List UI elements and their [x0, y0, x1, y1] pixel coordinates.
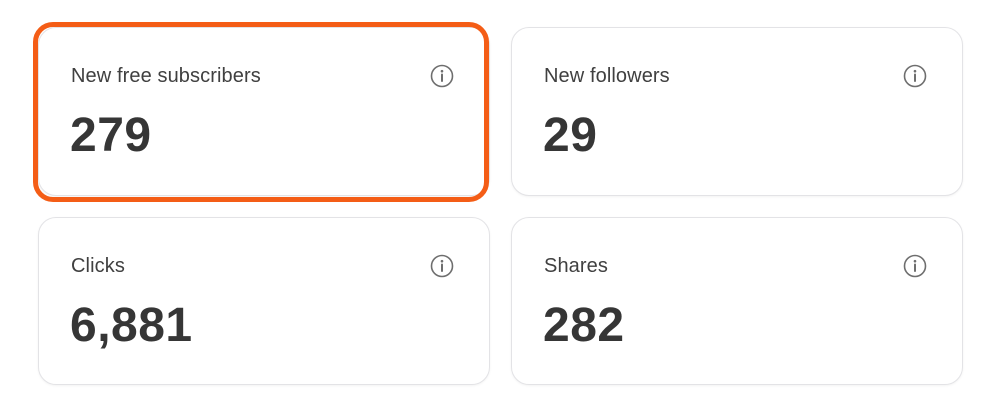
stat-value: 279 [70, 109, 152, 162]
stat-value: 6,881 [70, 299, 193, 352]
stat-card-new-free-subscribers[interactable]: New free subscribers 279 [38, 27, 490, 196]
info-icon[interactable] [430, 64, 454, 88]
stat-card-shares[interactable]: Shares 282 [511, 217, 963, 385]
stat-label: New free subscribers [71, 65, 261, 87]
stat-value: 282 [543, 299, 625, 352]
info-icon[interactable] [903, 64, 927, 88]
stat-card-new-followers[interactable]: New followers 29 [511, 27, 963, 196]
stat-label: New followers [544, 65, 670, 87]
info-icon[interactable] [903, 254, 927, 278]
stats-grid: New free subscribers 279 New followers 2… [0, 0, 1000, 416]
stat-card-clicks[interactable]: Clicks 6,881 [38, 217, 490, 385]
stat-label: Clicks [71, 255, 125, 277]
stat-label: Shares [544, 255, 608, 277]
info-icon[interactable] [430, 254, 454, 278]
stat-value: 29 [543, 109, 598, 162]
